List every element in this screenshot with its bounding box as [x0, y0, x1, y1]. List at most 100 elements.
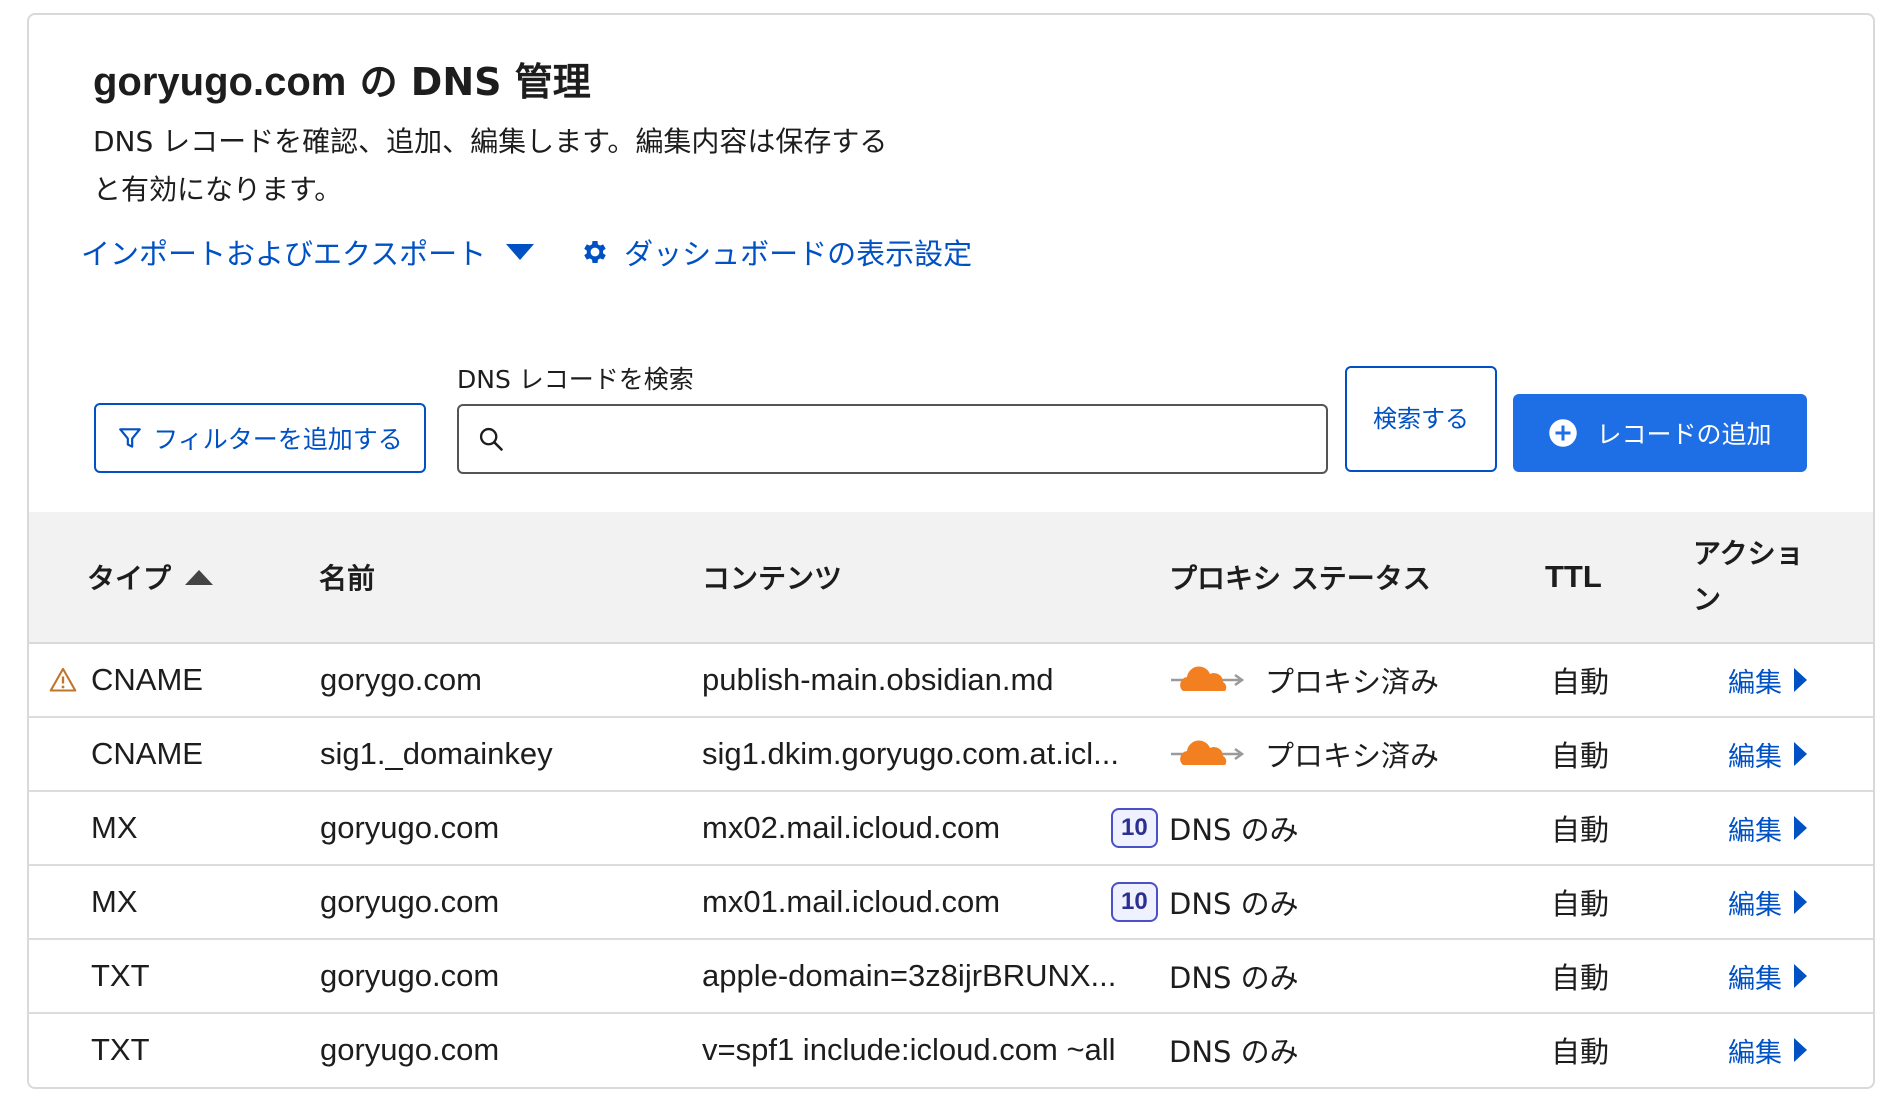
priority-badge: 10 [1111, 882, 1158, 922]
cloud-proxy-icon [1171, 666, 1245, 691]
table-row[interactable]: MX goryugo.com mx02.mail.icloud.com 10 D… [29, 792, 1873, 866]
edit-button[interactable]: 編集 [1728, 866, 1807, 938]
search-icon [479, 427, 503, 451]
record-content: mx02.mail.icloud.com [702, 810, 1001, 845]
table-row[interactable]: MX goryugo.com mx01.mail.icloud.com 10 D… [29, 866, 1873, 940]
records-table-body: CNAME gorygo.com publish-main.obsidian.m… [29, 644, 1873, 1087]
edit-button[interactable]: 編集 [1728, 718, 1807, 790]
warning-icon [49, 667, 77, 692]
page-title: goryugo.com の DNS 管理 [93, 51, 591, 106]
chevron-right-icon [1794, 816, 1807, 840]
edit-label: 編集 [1728, 963, 1782, 995]
edit-label: 編集 [1728, 741, 1782, 773]
warning-cell [49, 644, 77, 716]
gear-icon [584, 241, 606, 263]
chevron-right-icon [1794, 668, 1807, 692]
proxy-status: DNS のみ [1169, 940, 1299, 1012]
edit-button[interactable]: 編集 [1728, 792, 1807, 864]
chevron-right-icon [1794, 964, 1807, 988]
search-label: DNS レコードを検索 [457, 365, 694, 394]
proxy-status-label: DNS のみ [1169, 887, 1299, 921]
edit-button[interactable]: 編集 [1728, 940, 1807, 1012]
column-header-type[interactable]: タイプ [87, 512, 214, 642]
dashboard-settings-link[interactable]: ダッシュボードの表示設定 [534, 231, 972, 273]
record-name: sig1._domainkey [320, 736, 553, 771]
record-ttl: 自動 [1551, 961, 1610, 995]
plus-circle-icon [1549, 419, 1578, 447]
record-ttl: 自動 [1551, 665, 1610, 699]
proxy-status-label: DNS のみ [1169, 961, 1299, 995]
proxy-status-label: DNS のみ [1169, 813, 1299, 847]
edit-button[interactable]: 編集 [1728, 644, 1807, 716]
record-content: mx01.mail.icloud.com [702, 884, 1001, 919]
edit-label: 編集 [1728, 889, 1782, 921]
records-table-header: タイプ 名前 コンテンツ プロキシ ステータス TTL アクション [29, 512, 1873, 644]
dns-management-card: goryugo.com の DNS 管理 DNS レコードを確認、追加、編集しま… [27, 13, 1875, 1089]
proxy-status: DNS のみ [1169, 1014, 1299, 1086]
search-input[interactable] [517, 424, 1326, 454]
record-ttl: 自動 [1551, 739, 1610, 773]
record-type: CNAME [91, 736, 203, 771]
record-name: goryugo.com [320, 1032, 500, 1067]
add-record-label: レコードの追加 [1596, 420, 1772, 449]
dashboard-settings-label: ダッシュボードの表示設定 [624, 237, 973, 271]
chevron-right-icon [1794, 1038, 1807, 1062]
priority-cell: 10 [1111, 792, 1158, 864]
record-type: CNAME [91, 662, 203, 697]
record-content: apple-domain=3z8ijrBRUNX... [702, 958, 1117, 993]
record-ttl: 自動 [1551, 887, 1610, 921]
page-description: DNS レコードを確認、追加、編集します。編集内容は保存すると有効になります。 [93, 125, 888, 206]
priority-badge: 10 [1111, 808, 1158, 848]
proxy-status-label: プロキシ済み [1265, 665, 1440, 699]
filter-icon [119, 428, 142, 448]
proxy-status-label: プロキシ済み [1265, 739, 1440, 773]
column-header-ttl: TTL [1545, 559, 1602, 594]
proxy-status: DNS のみ [1169, 792, 1299, 864]
chevron-right-icon [1794, 890, 1807, 914]
chevron-down-icon [506, 244, 535, 260]
table-row[interactable]: CNAME sig1._domainkey sig1.dkim.goryugo.… [29, 718, 1873, 792]
sort-ascending-icon [185, 569, 214, 585]
edit-label: 編集 [1728, 1037, 1782, 1069]
proxy-status: DNS のみ [1169, 866, 1299, 938]
proxy-status: プロキシ済み [1169, 644, 1439, 716]
cloud-proxy-icon [1171, 740, 1245, 765]
proxy-status-label: DNS のみ [1169, 1035, 1299, 1069]
column-header-content: コンテンツ [702, 562, 843, 595]
import-export-dropdown[interactable]: インポートおよびエクスポート [81, 231, 535, 273]
import-export-label: インポートおよびエクスポート [81, 237, 487, 271]
column-header-action: アクション [1693, 537, 1804, 616]
page-title-domain: goryugo.com [93, 60, 347, 104]
header-links: インポートおよびエクスポート ダッシュボードの表示設定 [81, 227, 972, 277]
record-ttl: 自動 [1551, 1035, 1610, 1069]
edit-button[interactable]: 編集 [1728, 1014, 1807, 1086]
record-type: TXT [91, 1032, 150, 1067]
record-type: MX [91, 810, 138, 845]
record-name: gorygo.com [320, 662, 482, 697]
table-row[interactable]: TXT goryugo.com apple-domain=3z8ijrBRUNX… [29, 940, 1873, 1014]
priority-cell: 10 [1111, 866, 1158, 938]
search-field [457, 404, 1328, 474]
record-content: publish-main.obsidian.md [702, 662, 1054, 697]
table-row[interactable]: CNAME gorygo.com publish-main.obsidian.m… [29, 644, 1873, 718]
column-header-proxy-status: プロキシ ステータス [1169, 562, 1431, 595]
add-record-button[interactable]: レコードの追加 [1513, 394, 1807, 472]
column-type-label: タイプ [87, 562, 172, 595]
edit-label: 編集 [1728, 815, 1782, 847]
search-button[interactable]: 検索する [1345, 366, 1497, 472]
record-name: goryugo.com [320, 810, 500, 845]
page-title-suffix: の DNS 管理 [346, 60, 591, 104]
column-header-name: 名前 [319, 562, 376, 595]
record-content: sig1.dkim.goryugo.com.at.icl... [702, 736, 1119, 771]
add-filter-label: フィルターを追加する [153, 425, 403, 454]
add-filter-button[interactable]: フィルターを追加する [94, 403, 426, 473]
record-type: TXT [91, 958, 150, 993]
edit-label: 編集 [1728, 667, 1782, 699]
record-name: goryugo.com [320, 884, 500, 919]
record-name: goryugo.com [320, 958, 500, 993]
record-content: v=spf1 include:icloud.com ~all [702, 1032, 1116, 1067]
table-row[interactable]: TXT goryugo.com v=spf1 include:icloud.co… [29, 1014, 1873, 1087]
chevron-right-icon [1794, 742, 1807, 766]
proxy-status: プロキシ済み [1169, 718, 1439, 790]
record-ttl: 自動 [1551, 813, 1610, 847]
